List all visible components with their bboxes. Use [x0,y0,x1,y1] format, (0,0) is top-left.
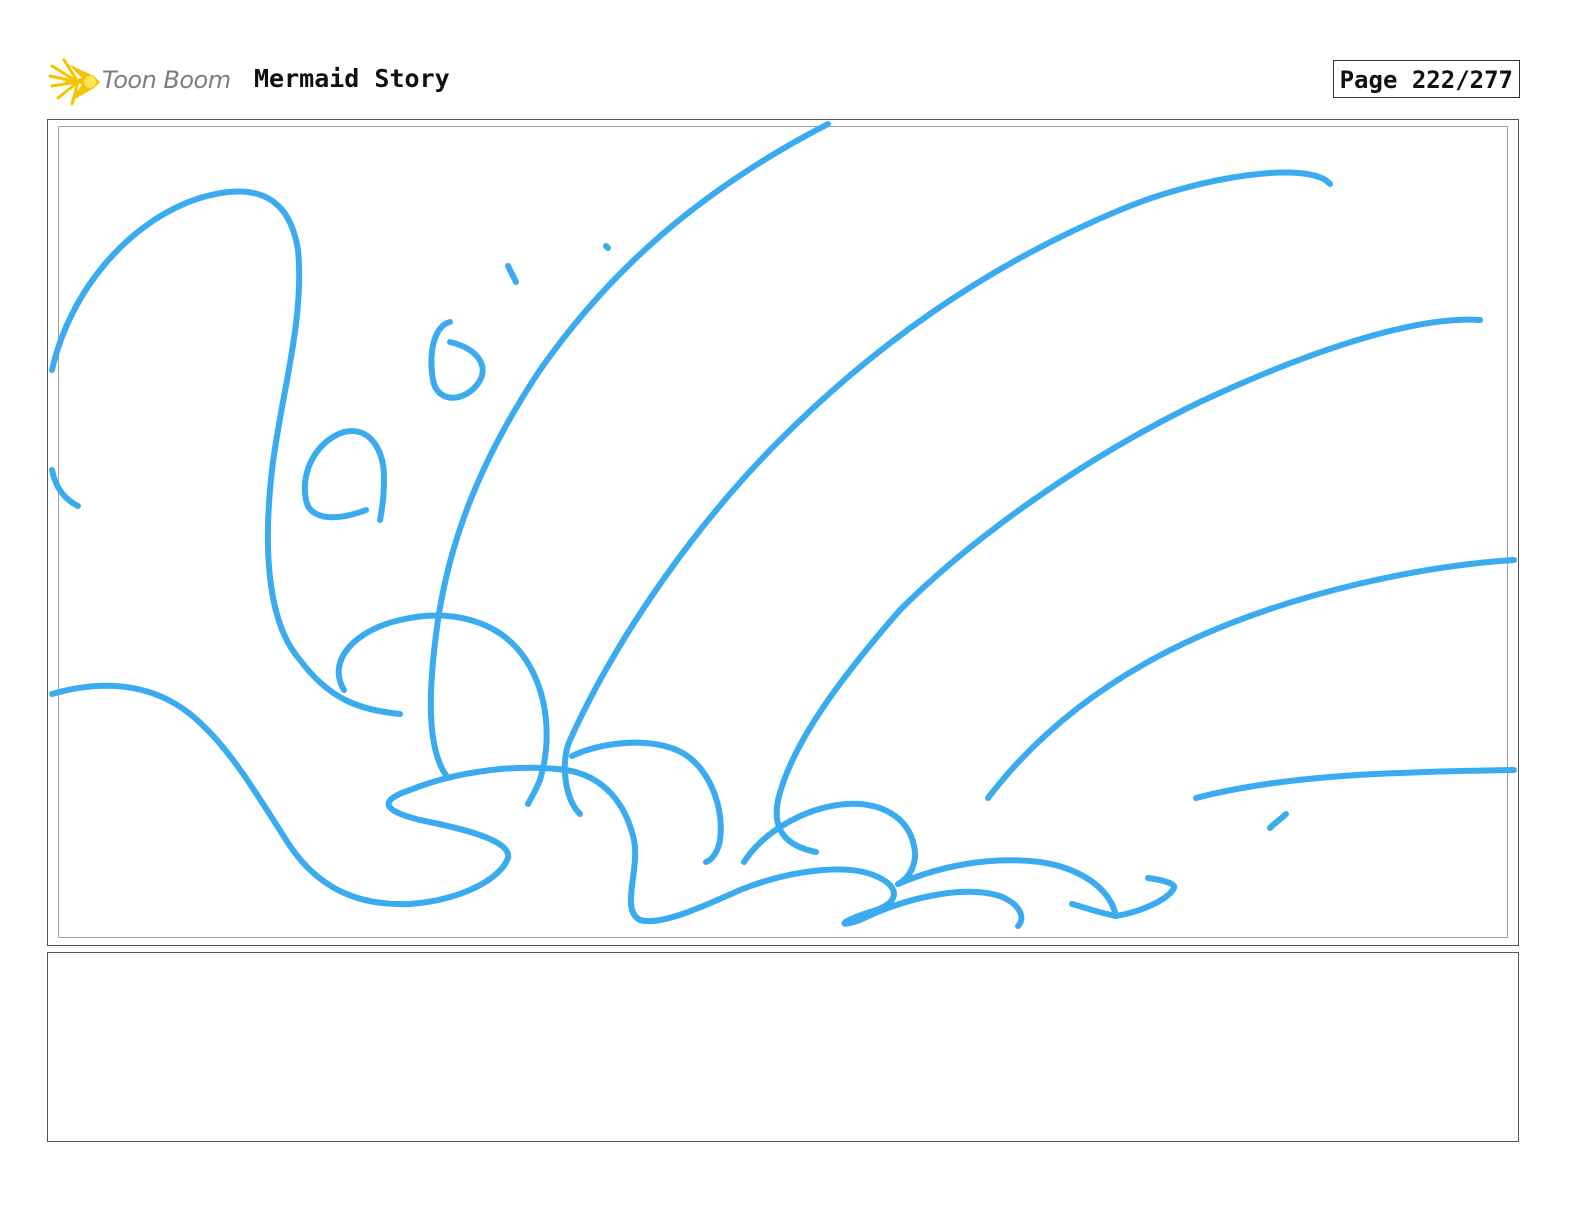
starburst-icon [48,58,100,106]
panel-safe-area [58,126,1508,938]
page-header: Toon Boom Mermaid Story Page 222/277 [48,52,1520,108]
page-counter: Page 222/277 [1332,60,1520,98]
caption-panel [47,952,1519,1142]
toon-boom-logo: Toon Boom [48,54,248,106]
storyboard-panel [47,119,1519,946]
document-title: Mermaid Story [254,64,450,93]
logo-wordmark: Toon Boom [102,66,231,94]
